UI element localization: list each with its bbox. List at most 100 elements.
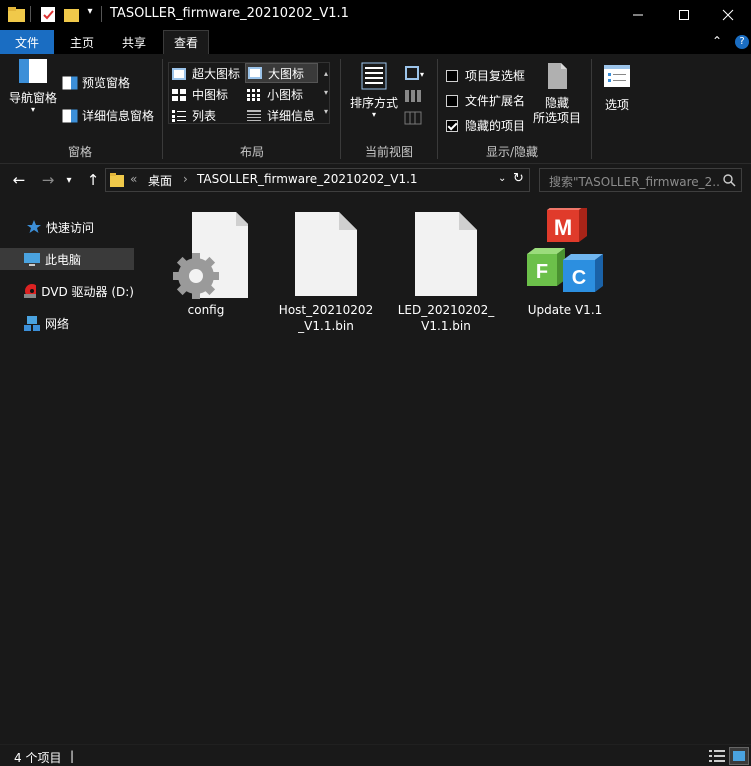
chevron-down-icon: ▾ bbox=[66, 174, 72, 186]
hidden-items-label: 隐藏的项目 bbox=[465, 119, 526, 133]
recent-locations-button[interactable]: ▾ bbox=[62, 170, 76, 190]
details-label: 详细信息 bbox=[267, 109, 316, 123]
navigation-pane: 快速访问 此电脑 DVD 驱动器 (D:) 网络 bbox=[0, 198, 137, 744]
help-icon[interactable]: ? bbox=[735, 35, 749, 49]
breadcrumb-separator[interactable]: › bbox=[183, 172, 188, 186]
medium-icons-icon bbox=[172, 88, 186, 101]
address-dropdown-icon[interactable]: ⌄ bbox=[498, 173, 506, 184]
generic-file-icon bbox=[294, 210, 358, 296]
navigation-pane-icon bbox=[19, 59, 47, 83]
forward-button[interactable]: → bbox=[38, 170, 58, 190]
options-button[interactable]: 选项 bbox=[597, 64, 637, 126]
hidden-items-option[interactable]: 隐藏的项目 bbox=[446, 117, 525, 134]
small-icons-label: 小图标 bbox=[267, 88, 304, 102]
small-icons-icon bbox=[247, 88, 260, 101]
extra-large-icons-option[interactable]: 超大图标 bbox=[172, 65, 240, 82]
search-box[interactable]: 搜索"TASOLLER_firmware_2... bbox=[539, 168, 742, 192]
hidden-items-checkbox[interactable] bbox=[446, 119, 458, 132]
close-button[interactable] bbox=[705, 0, 751, 30]
medium-icons-label: 中图标 bbox=[192, 88, 229, 102]
small-icons-option[interactable]: 小图标 bbox=[247, 86, 303, 103]
file-extensions-checkbox[interactable] bbox=[446, 94, 458, 107]
sidebar-item-network[interactable]: 网络 bbox=[0, 312, 134, 334]
show-hide-group-label: 显示/隐藏 bbox=[486, 145, 539, 159]
list-item-config[interactable]: config bbox=[146, 210, 266, 318]
window-title: TASOLLER_firmware_20210202_V1.1 bbox=[110, 6, 349, 21]
collapse-ribbon-icon[interactable]: ⌃ bbox=[712, 34, 726, 50]
tab-file[interactable]: 文件 bbox=[0, 30, 54, 54]
search-icon bbox=[723, 174, 736, 187]
tab-view[interactable]: 查看 bbox=[163, 30, 210, 54]
list-option[interactable]: 列表 bbox=[172, 107, 216, 124]
breadcrumb-folder[interactable]: TASOLLER_firmware_20210202_V1.1 bbox=[197, 172, 418, 186]
sort-by-button[interactable]: 排序方式 ▾ bbox=[347, 62, 401, 124]
status-separator: | bbox=[70, 749, 75, 763]
customize-toolbar-icon[interactable]: ▾ bbox=[84, 6, 96, 22]
preview-pane-label: 预览窗格 bbox=[82, 76, 131, 90]
svg-text:M: M bbox=[554, 215, 572, 240]
file-name: Update V1.1 bbox=[527, 303, 603, 317]
up-arrow-icon: ↑ bbox=[86, 171, 100, 189]
up-button[interactable]: ↑ bbox=[83, 170, 103, 190]
title-bar: ▾ TASOLLER_firmware_20210202_V1.1 bbox=[0, 0, 751, 30]
add-columns-icon[interactable] bbox=[404, 88, 426, 104]
sidebar-item-dvd-drive[interactable]: DVD 驱动器 (D:) bbox=[0, 280, 134, 302]
navigation-pane-button[interactable]: 导航窗格 ▾ bbox=[6, 58, 60, 120]
status-bar: 4 个项目 | bbox=[0, 744, 751, 766]
file-name: config bbox=[187, 303, 225, 317]
new-folder-icon[interactable] bbox=[64, 7, 79, 22]
sort-by-label: 排序方式 bbox=[349, 96, 398, 110]
file-extensions-option[interactable]: 文件扩展名 bbox=[446, 92, 525, 109]
large-icons-option[interactable]: 大图标 bbox=[245, 63, 318, 83]
details-view-icon bbox=[247, 109, 261, 121]
details-pane-icon bbox=[62, 109, 78, 122]
breadcrumb-desktop[interactable]: 桌面 bbox=[148, 172, 172, 189]
minimize-button[interactable] bbox=[615, 0, 661, 30]
folder-icon[interactable] bbox=[8, 7, 25, 22]
dvd-drive-icon bbox=[24, 284, 37, 298]
large-icons-icon bbox=[248, 67, 262, 79]
computer-icon bbox=[24, 252, 40, 266]
list-item-update[interactable]: M F C Update V1.1 bbox=[505, 208, 625, 318]
details-pane-button[interactable]: 详细信息窗格 bbox=[62, 107, 154, 124]
item-checkboxes-label: 项目复选框 bbox=[465, 69, 526, 83]
list-item-led-bin[interactable]: LED_20210202_ V1.1.bin bbox=[386, 210, 506, 334]
item-checkboxes-option[interactable]: 项目复选框 bbox=[446, 67, 525, 84]
preview-pane-button[interactable]: 预览窗格 bbox=[62, 74, 130, 91]
sidebar-item-this-pc[interactable]: 此电脑 bbox=[0, 248, 134, 270]
properties-icon[interactable] bbox=[40, 6, 57, 23]
hide-selected-label-2: 所选项目 bbox=[532, 111, 581, 125]
file-name: LED_20210202_ V1.1.bin bbox=[397, 303, 495, 333]
details-view-toggle[interactable] bbox=[708, 748, 726, 764]
details-view-icon bbox=[709, 750, 725, 762]
size-columns-icon[interactable] bbox=[404, 110, 426, 126]
list-item-host-bin[interactable]: Host_20210202 _V1.1.bin bbox=[266, 210, 386, 334]
star-icon bbox=[27, 220, 41, 233]
group-by-icon[interactable]: ▾ bbox=[404, 65, 428, 81]
sidebar-item-quick-access[interactable]: 快速访问 bbox=[0, 216, 134, 238]
medium-icons-option[interactable]: 中图标 bbox=[172, 86, 228, 103]
tab-home[interactable]: 主页 bbox=[60, 30, 104, 54]
tab-share[interactable]: 共享 bbox=[112, 30, 156, 54]
refresh-icon[interactable]: ↻ bbox=[513, 171, 524, 186]
back-button[interactable]: ← bbox=[9, 170, 29, 190]
mfc-application-icon: M F C bbox=[517, 208, 613, 296]
hide-selected-label-1: 隐藏 bbox=[544, 96, 569, 110]
layout-scroll-arrows[interactable]: ▴ ▾ ▾ bbox=[321, 64, 331, 122]
svg-text:▾: ▾ bbox=[420, 70, 424, 79]
large-icons-view-toggle[interactable] bbox=[729, 747, 749, 765]
hide-selected-button[interactable]: 隐藏 所选项目 bbox=[530, 62, 584, 132]
breadcrumb-overflow[interactable]: « bbox=[130, 172, 137, 186]
address-bar[interactable]: « 桌面 › TASOLLER_firmware_20210202_V1.1 ⌄… bbox=[105, 168, 530, 192]
list-view-icon bbox=[172, 109, 186, 122]
item-checkboxes-checkbox[interactable] bbox=[446, 69, 458, 82]
navigation-pane-label: 导航窗格 bbox=[8, 91, 57, 105]
maximize-button[interactable] bbox=[661, 0, 707, 30]
preview-pane-icon bbox=[62, 76, 78, 89]
search-input[interactable]: 搜索"TASOLLER_firmware_2... bbox=[549, 173, 719, 190]
large-icons-label: 大图标 bbox=[268, 66, 305, 81]
sort-by-icon bbox=[361, 62, 387, 90]
svg-text:F: F bbox=[536, 261, 548, 283]
forward-arrow-icon: → bbox=[41, 171, 55, 189]
details-option[interactable]: 详细信息 bbox=[247, 107, 315, 124]
